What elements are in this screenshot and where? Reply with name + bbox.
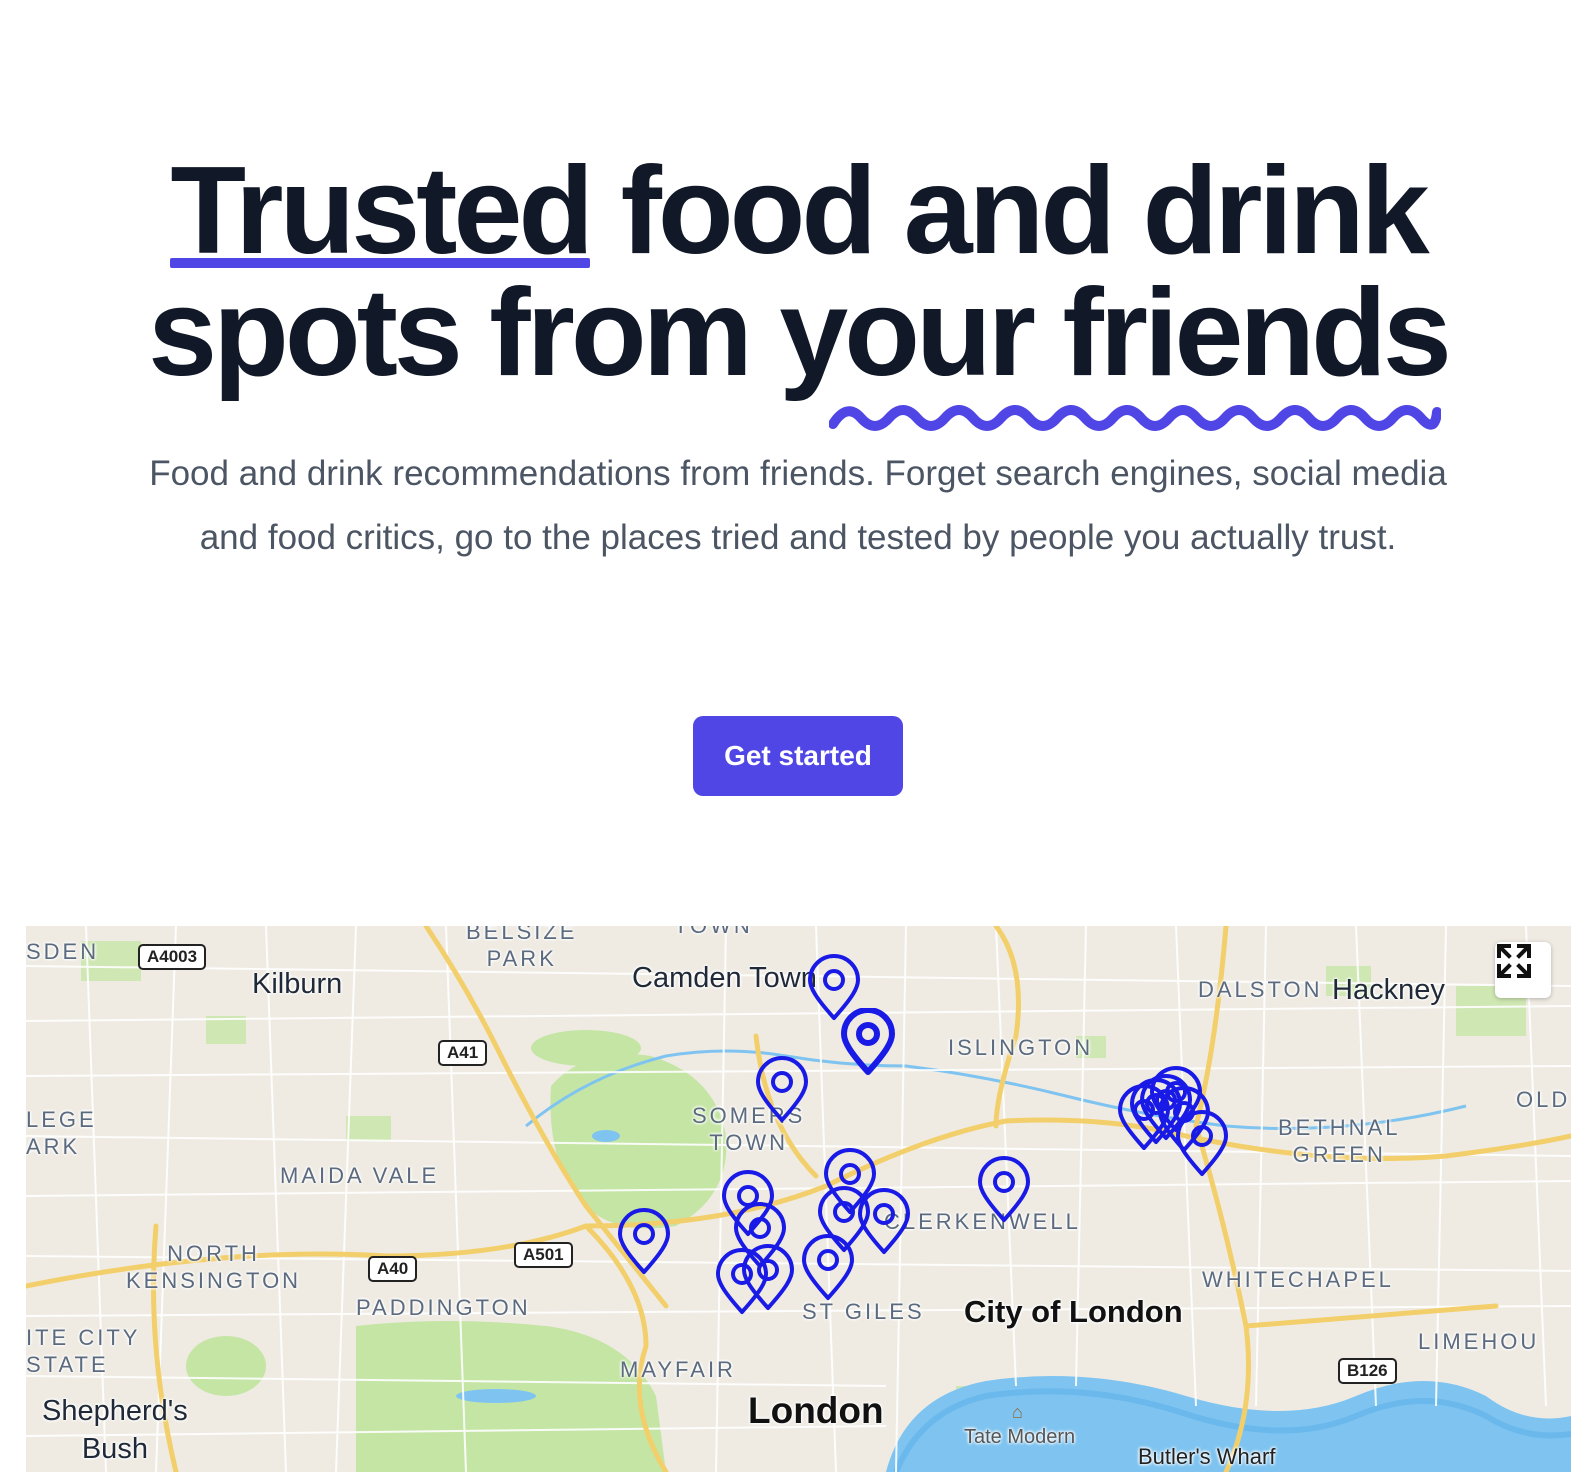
park-green <box>206 1016 246 1044</box>
regents-park <box>550 1054 727 1229</box>
fullscreen-icon <box>1497 944 1531 978</box>
park-green <box>81 941 141 981</box>
map-base <box>26 926 1571 1472</box>
headline-line2-start: spots from <box>148 264 780 402</box>
map-pin-icon[interactable] <box>740 1244 796 1312</box>
map[interactable]: SDEN BELSIZE PARK TOWN Kilburn Camden To… <box>26 926 1571 1472</box>
map-pin-icon[interactable] <box>616 1208 672 1276</box>
park-water <box>456 1389 536 1403</box>
road-shield-b126: B126 <box>1338 1358 1397 1384</box>
headline-wavy-text: your friends <box>779 264 1452 402</box>
headline-emphasis: Trusted <box>170 149 594 273</box>
map-pin-icon[interactable] <box>976 1156 1032 1224</box>
fullscreen-button[interactable] <box>1495 942 1551 998</box>
road-shield-a40: A40 <box>368 1256 418 1282</box>
road-shield-a41: A41 <box>438 1040 488 1066</box>
map-pin-icon[interactable] <box>1128 1078 1184 1146</box>
headline-middle: food and drink <box>590 142 1430 280</box>
map-pin-icon[interactable] <box>800 1234 856 1302</box>
headline-wavy-phrase: your friends <box>779 271 1452 431</box>
park-green <box>531 1030 641 1066</box>
park-green <box>1076 1036 1106 1058</box>
map-pin-icon[interactable] <box>754 1056 810 1124</box>
straight-underline <box>170 258 591 268</box>
wavy-underline <box>829 405 1442 431</box>
map-pin-icon[interactable] <box>856 1188 912 1256</box>
museum-icon: ⌂ <box>1012 1402 1023 1422</box>
park-green <box>186 1336 266 1396</box>
hero-subtitle: Food and drink recommendations from frie… <box>149 454 1447 557</box>
park-green <box>1326 966 1371 996</box>
park-water <box>592 1130 620 1142</box>
street-grid <box>26 926 1571 1472</box>
headline: Trusted food and drink spots from your f… <box>0 149 1596 431</box>
park-green <box>346 1116 391 1141</box>
road-shield-a501: A501 <box>514 1242 573 1268</box>
road-shield-a4003: A4003 <box>138 944 207 970</box>
get-started-button[interactable]: Get started <box>693 716 903 796</box>
map-pin-icon[interactable] <box>840 1008 896 1076</box>
